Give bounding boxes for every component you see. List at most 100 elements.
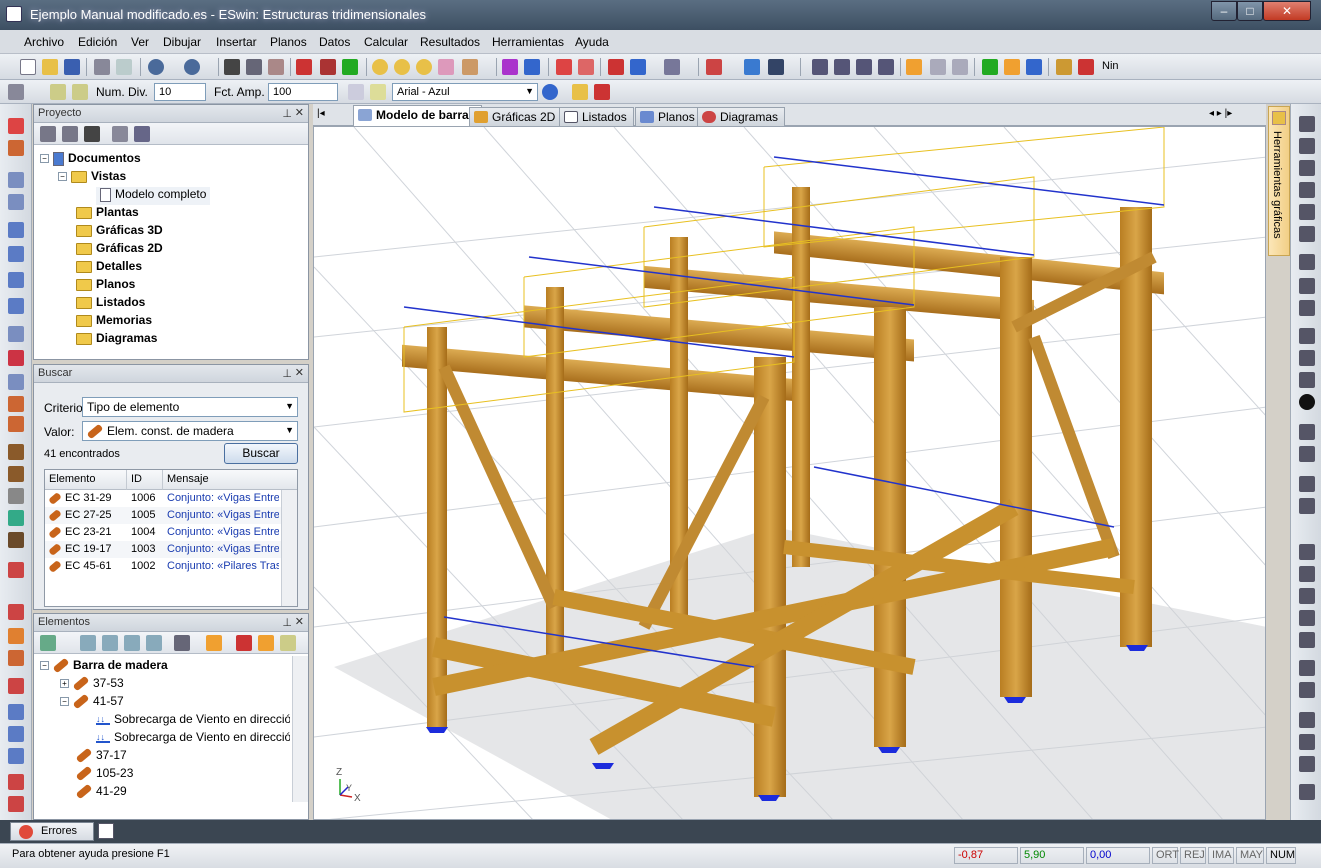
node-icon[interactable] — [1299, 394, 1315, 410]
units-icon[interactable] — [1026, 59, 1042, 75]
tool-7-icon[interactable] — [8, 272, 24, 288]
tree-graficas3d[interactable]: Gráficas 3D — [76, 223, 163, 241]
col-elemento[interactable]: Elemento — [45, 470, 127, 490]
group-4-icon[interactable] — [146, 635, 162, 651]
brush-icon[interactable] — [268, 59, 284, 75]
array-icon[interactable] — [1299, 204, 1315, 220]
folder-icon[interactable] — [572, 84, 588, 100]
close-icon[interactable]: ✕ — [295, 615, 304, 628]
load-point-icon[interactable] — [8, 678, 24, 694]
curve-icon[interactable] — [1299, 446, 1315, 462]
find-icon[interactable] — [280, 635, 296, 651]
divide-icon[interactable] — [1299, 350, 1315, 366]
bar-tool-icon[interactable] — [8, 326, 24, 342]
menu-edicion[interactable]: Edición — [78, 35, 117, 49]
font-select[interactable]: Arial - Azul ▼ — [392, 83, 538, 101]
config-icon[interactable] — [8, 84, 24, 100]
buscar-button[interactable]: Buscar — [224, 443, 298, 464]
tree-memorias[interactable]: Memorias — [76, 313, 152, 331]
magnet-icon[interactable] — [1078, 59, 1094, 75]
select-icon[interactable] — [206, 635, 222, 651]
table-row[interactable]: EC 23-21 1004 Conjunto: «Vigas Entrep — [45, 524, 281, 541]
list-add-icon[interactable] — [50, 84, 66, 100]
align-left-icon[interactable] — [1299, 544, 1315, 560]
pencil-icon[interactable] — [1056, 59, 1072, 75]
tab-nav-icon[interactable]: ◂ ▸ |▸ — [1209, 108, 1232, 119]
frame-icon[interactable] — [878, 59, 894, 75]
print-preview-icon[interactable] — [116, 59, 132, 75]
redo-icon[interactable] — [184, 59, 200, 75]
pan-icon[interactable] — [438, 59, 454, 75]
remove-icon[interactable] — [236, 635, 252, 651]
model-3d-drawing[interactable]: Z Y X — [314, 127, 1266, 820]
link-icon[interactable] — [1299, 424, 1315, 440]
list-edit-icon[interactable] — [72, 84, 88, 100]
close-icon[interactable]: ✕ — [295, 106, 304, 119]
text-icon[interactable] — [578, 59, 594, 75]
hatch-icon[interactable] — [8, 562, 24, 578]
spring-icon[interactable] — [8, 774, 24, 790]
support-icon[interactable] — [8, 704, 24, 720]
align-icon[interactable] — [1299, 254, 1315, 270]
delete-icon[interactable] — [224, 59, 240, 75]
output-icon[interactable] — [98, 823, 114, 839]
new-doc-icon[interactable] — [40, 126, 56, 142]
local-axes-icon[interactable] — [1004, 59, 1020, 75]
wood-bar-icon[interactable] — [8, 396, 24, 412]
align-bottom-icon[interactable] — [1299, 632, 1315, 648]
align-center-icon[interactable] — [1299, 566, 1315, 582]
zoom-icon[interactable] — [372, 59, 388, 75]
pin-icon[interactable]: ⊥ — [282, 616, 292, 629]
menu-herramientas[interactable]: Herramientas — [492, 35, 564, 49]
open-icon[interactable] — [42, 59, 58, 75]
snap-end-icon[interactable] — [1299, 756, 1315, 772]
tool-2-icon[interactable] — [8, 140, 24, 156]
wall-icon[interactable] — [8, 510, 24, 526]
edit-doc-icon[interactable] — [62, 126, 78, 142]
menu-calcular[interactable]: Calcular — [364, 35, 408, 49]
extend-icon[interactable] — [1299, 278, 1315, 294]
bar-blue-icon[interactable] — [8, 374, 24, 390]
layers-icon[interactable] — [768, 59, 784, 75]
snap-icon[interactable] — [952, 59, 968, 75]
spring-2-icon[interactable] — [8, 796, 24, 812]
tool-5-icon[interactable] — [8, 222, 24, 238]
model-viewport[interactable]: Z Y X — [313, 126, 1266, 820]
check-icon[interactable] — [342, 59, 358, 75]
target-icon[interactable] — [258, 635, 274, 651]
minimize-button[interactable]: – — [1211, 1, 1237, 21]
tab-planos[interactable]: Planos — [635, 107, 702, 126]
tab-modelo-barras[interactable]: Modelo de barras — [353, 105, 483, 126]
tool-4-icon[interactable] — [8, 194, 24, 210]
copy-doc-icon[interactable] — [112, 126, 128, 142]
sum-all-icon[interactable] — [320, 59, 336, 75]
split-icon[interactable] — [856, 59, 872, 75]
group-1-icon[interactable] — [80, 635, 96, 651]
move-both-icon[interactable] — [834, 59, 850, 75]
tree-planos[interactable]: Planos — [76, 277, 135, 295]
home-view-icon[interactable] — [462, 59, 478, 75]
print-icon[interactable] — [94, 59, 110, 75]
rotate-2-icon[interactable] — [1299, 160, 1315, 176]
table-row[interactable]: EC 45-61 1002 Conjunto: «Pilares Tras — [45, 558, 281, 575]
tree-documentos[interactable]: − Documentos — [40, 151, 141, 169]
snap-mid-icon[interactable] — [1299, 734, 1315, 750]
offset-icon[interactable] — [1299, 328, 1315, 344]
results-scrollbar[interactable] — [281, 490, 297, 606]
tree-graficas2d[interactable]: Gráficas 2D — [76, 241, 163, 259]
support-3-icon[interactable] — [8, 748, 24, 764]
tree-load-2[interactable]: ↓↓ Sobrecarga de Viento en dirección — [96, 730, 290, 748]
nin-label[interactable]: Nin — [1102, 60, 1119, 72]
tree-listados[interactable]: Listados — [76, 295, 145, 313]
block-icon[interactable] — [8, 532, 24, 548]
copy-icon[interactable] — [348, 84, 364, 100]
align-top-icon[interactable] — [1299, 610, 1315, 626]
tree-node-37-53[interactable]: +37-53 — [60, 676, 124, 694]
tool-8-icon[interactable] — [8, 298, 24, 314]
table-row[interactable]: EC 31-29 1006 Conjunto: «Vigas Entrep — [45, 490, 281, 507]
close-button[interactable]: ✕ — [1263, 1, 1311, 21]
color-palette-icon[interactable] — [542, 84, 558, 100]
move-right-icon[interactable] — [812, 59, 828, 75]
menu-archivo[interactable]: Archivo — [24, 35, 64, 49]
axes-icon[interactable] — [982, 59, 998, 75]
